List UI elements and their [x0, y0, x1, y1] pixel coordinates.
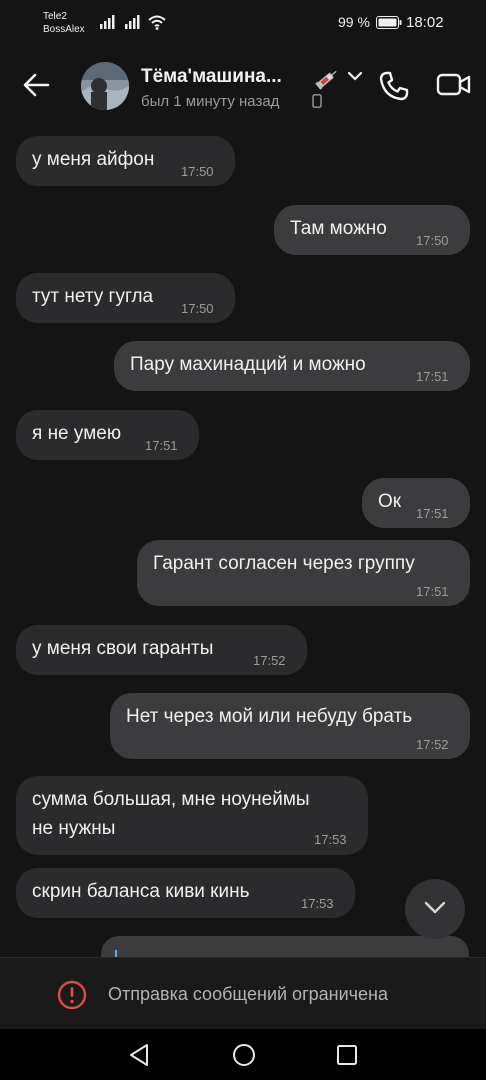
- message-bubble[interactable]: Пару махинадций и можно 17:51: [114, 341, 470, 391]
- message-bubble[interactable]: Гарант согласен через группу 17:51: [137, 540, 470, 606]
- message-time: 17:51: [145, 438, 178, 453]
- message-time: 17:50: [416, 233, 449, 248]
- message-time: 17:50: [181, 301, 214, 316]
- message-text: Нет через мой или небуду брать: [126, 706, 413, 727]
- video-call-icon[interactable]: [436, 72, 472, 98]
- message-time: 17:50: [181, 164, 214, 179]
- message-text: у меня айфон: [32, 149, 155, 170]
- message-bubble[interactable]: я не умею 17:51: [16, 410, 199, 460]
- message-text: скрин баланса киви кинь: [32, 881, 250, 902]
- message-list[interactable]: у меня айфон 17:50 Там можно 17:50 тут н…: [0, 126, 486, 956]
- message-text-line-2: не нужны: [32, 818, 116, 839]
- avatar[interactable]: [81, 62, 129, 110]
- status-bar: Tele2 BossAlex 99 % 18:02: [0, 0, 486, 48]
- messaging-restricted-banner: Отправка сообщений ограничена: [0, 957, 486, 1029]
- message-bubble[interactable]: скрин баланса киви кинь 17:53: [16, 868, 355, 918]
- message-time: 17:52: [416, 737, 449, 752]
- nav-back-icon[interactable]: [128, 1043, 150, 1067]
- message-bubble[interactable]: у меня свои гаранты 17:52: [16, 625, 307, 675]
- nav-recents-icon[interactable]: [336, 1044, 358, 1066]
- system-nav-bar: [0, 1029, 486, 1080]
- scroll-down-button[interactable]: [405, 879, 465, 939]
- message-time: 17:51: [416, 506, 449, 521]
- message-text: Там можно: [290, 218, 387, 239]
- message-bubble[interactable]: сумма большая, мне ноунеймы не нужны 17:…: [16, 776, 368, 855]
- message-bubble[interactable]: Ок 17:51: [362, 478, 470, 528]
- nav-home-icon[interactable]: [232, 1043, 256, 1067]
- carrier-name-2: BossAlex: [43, 24, 85, 35]
- message-text: Гарант согласен через группу: [153, 553, 415, 574]
- contact-name[interactable]: Тёма'машина...: [141, 66, 282, 88]
- warning-icon: [57, 980, 87, 1010]
- message-time: 17:51: [416, 369, 449, 384]
- message-bubble[interactable]: у меня айфон 17:50: [16, 136, 235, 186]
- message-time: 17:53: [301, 896, 334, 911]
- back-arrow-icon[interactable]: [22, 72, 50, 98]
- battery-percent: 99 %: [338, 14, 370, 30]
- message-text: Ок: [378, 491, 402, 512]
- carrier-name: Tele2: [43, 11, 67, 22]
- message-time: 17:51: [416, 584, 449, 599]
- message-text: тут нету гугла: [32, 286, 154, 307]
- message-bubble[interactable]: тут нету гугла 17:50: [16, 273, 235, 323]
- message-bubble[interactable]: Нет через мой или небуду брать 17:52: [110, 693, 470, 759]
- chevron-down-icon: [424, 901, 446, 914]
- message-text: у меня свои гаранты: [32, 638, 214, 659]
- message-text: Пару махинадций и можно: [130, 354, 366, 375]
- mobile-device-icon: [312, 94, 322, 108]
- message-text: я не умею: [32, 423, 122, 444]
- chevron-down-icon[interactable]: [347, 70, 363, 82]
- message-time: 17:52: [253, 653, 286, 668]
- last-seen-status: был 1 минуту назад: [141, 93, 280, 110]
- signal-icon-2: [125, 15, 140, 29]
- phone-call-icon[interactable]: [378, 70, 410, 102]
- signal-icon: [100, 15, 115, 29]
- restriction-text: Отправка сообщений ограничена: [108, 984, 388, 1004]
- message-bubble[interactable]: Там можно 17:50: [274, 205, 470, 255]
- wifi-icon: [148, 15, 166, 30]
- syringe-icon: [315, 70, 337, 90]
- message-time: 17:53: [314, 832, 347, 847]
- clock: 18:02: [406, 14, 444, 31]
- message-text: сумма большая, мне ноунеймы: [32, 789, 310, 810]
- carrier-label: Tele2 BossAlex: [43, 10, 85, 36]
- battery-icon: [376, 16, 402, 29]
- chat-header: Тёма'машина... был 1 минуту назад: [0, 48, 486, 126]
